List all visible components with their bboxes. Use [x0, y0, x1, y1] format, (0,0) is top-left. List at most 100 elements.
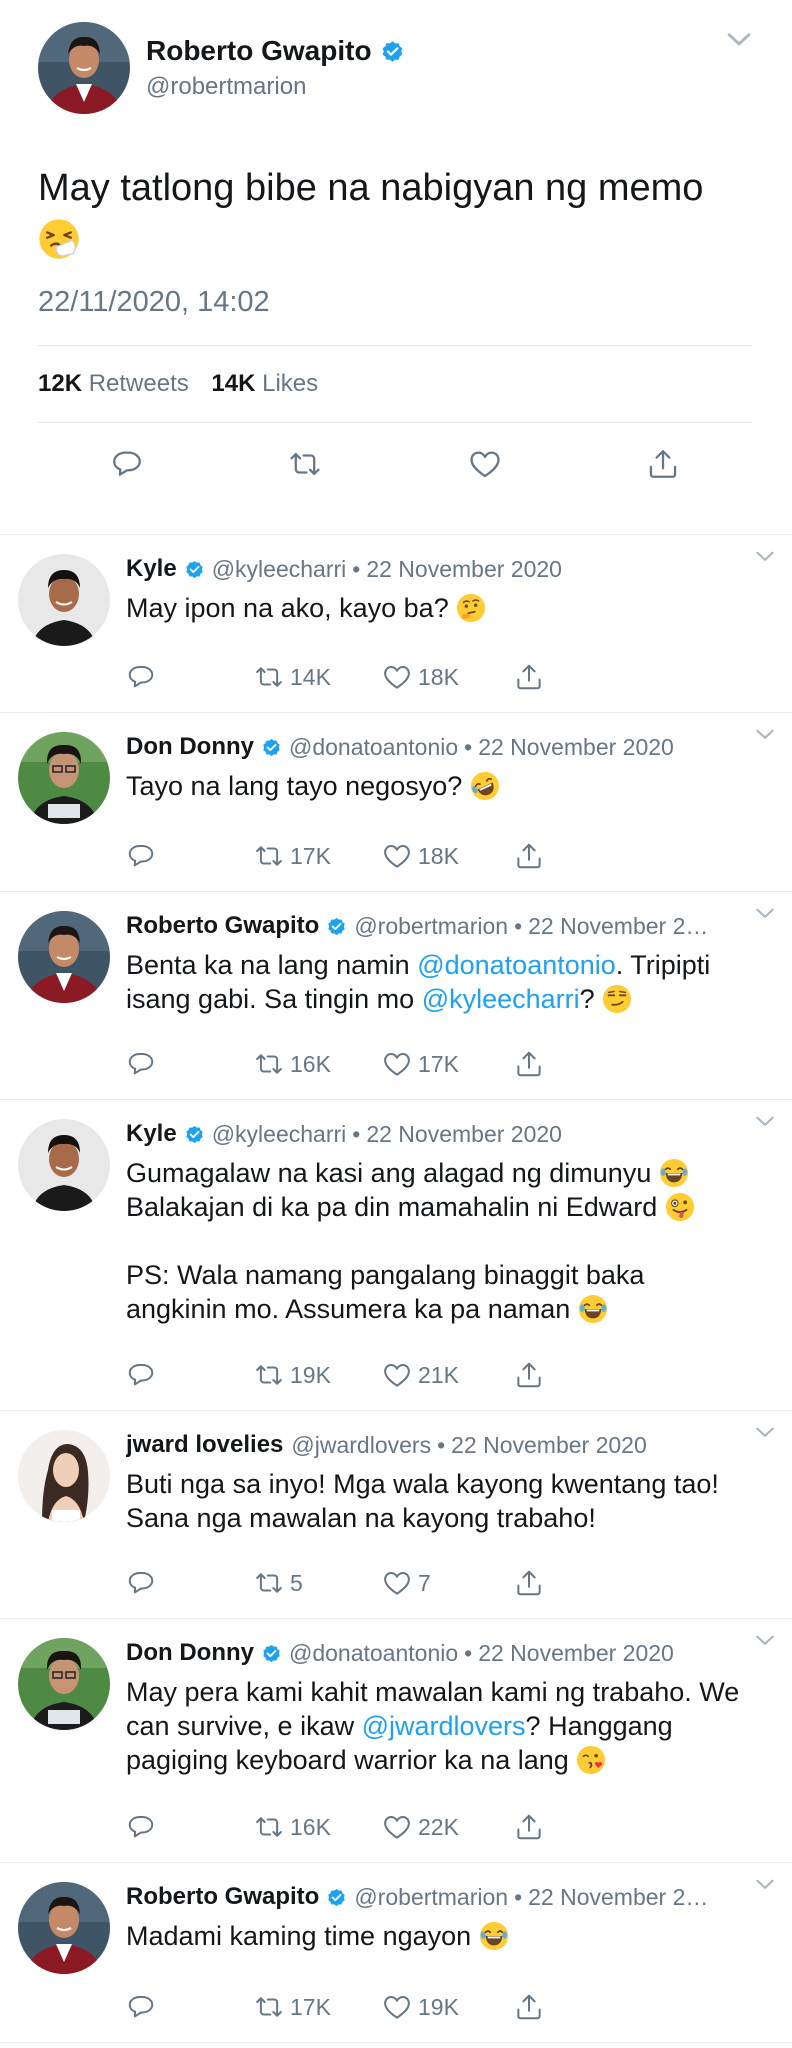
author-name[interactable]: jward lovelies — [126, 1431, 283, 1459]
author-name[interactable]: Kyle — [126, 1120, 177, 1148]
reply-button[interactable] — [126, 1360, 162, 1390]
reply-button[interactable] — [126, 1992, 162, 2022]
share-button[interactable] — [514, 1812, 550, 1842]
reply-button[interactable] — [126, 841, 162, 871]
chevron-down-icon[interactable] — [752, 721, 778, 747]
author-name[interactable]: Don Donny — [126, 733, 254, 761]
reply-date[interactable]: 22 November 2020 — [451, 1432, 647, 1459]
reply-button[interactable] — [126, 1049, 162, 1079]
author-name[interactable]: Roberto Gwapito — [126, 1883, 319, 1911]
reply-icon[interactable] — [110, 447, 144, 481]
reply-button[interactable] — [126, 662, 162, 692]
author-name[interactable]: Don Donny — [126, 1639, 254, 1667]
tweet-text: May tatlong bibe na nabigyan ng memo — [38, 164, 752, 260]
author-handle[interactable]: @robertmarion — [354, 913, 508, 940]
like-button[interactable]: 7 — [382, 1568, 431, 1598]
like-button[interactable]: 17K — [382, 1049, 459, 1079]
chevron-down-icon[interactable] — [752, 1108, 778, 1134]
chevron-down-icon[interactable] — [752, 543, 778, 569]
avatar[interactable] — [18, 1119, 110, 1211]
retweet-icon — [254, 841, 284, 871]
share-button[interactable] — [514, 1568, 550, 1598]
like-button[interactable]: 18K — [382, 662, 459, 692]
author-avatar[interactable] — [38, 22, 130, 114]
reply-date[interactable]: 22 November 2… — [528, 913, 708, 940]
author-name[interactable]: Roberto Gwapito — [126, 912, 319, 940]
reply-icon — [126, 1568, 156, 1598]
mention-link[interactable]: @jwardlovers — [362, 1711, 526, 1741]
retweet-button[interactable]: 14K — [254, 662, 331, 692]
retweet-button[interactable]: 5 — [254, 1568, 303, 1598]
share-button[interactable] — [514, 1360, 550, 1390]
author-name[interactable]: Kyle — [126, 555, 177, 583]
reply-date[interactable]: 22 November 2020 — [478, 734, 674, 761]
author-handle[interactable]: @jwardlovers — [291, 1432, 431, 1459]
reply-button[interactable] — [126, 1568, 162, 1598]
author-handle[interactable]: @kyleecharri — [212, 556, 347, 583]
like-button[interactable]: 18K — [382, 841, 459, 871]
like-button[interactable]: 22K — [382, 1812, 459, 1842]
reply-tweet[interactable]: Roberto Gwapito @robertmarion • 22 Novem… — [0, 1863, 792, 2043]
chevron-down-icon[interactable] — [752, 1419, 778, 1445]
like-button[interactable]: 21K — [382, 1360, 459, 1390]
retweet-button[interactable]: 17K — [254, 841, 331, 871]
reply-date[interactable]: 22 November 2020 — [366, 556, 562, 583]
verified-badge-icon — [261, 1643, 282, 1664]
retweets-label[interactable]: Retweets — [89, 370, 189, 397]
mention-link[interactable]: @donatoantonio — [417, 950, 616, 980]
retweet-button[interactable]: 17K — [254, 1992, 331, 2022]
reply-tweet[interactable]: Kyle @kyleecharri • 22 November 2020 May… — [0, 535, 792, 713]
likes-count[interactable]: 14K — [211, 370, 255, 397]
avatar[interactable] — [18, 911, 110, 1003]
retweet-button[interactable]: 16K — [254, 1812, 331, 1842]
reply-tweet[interactable]: Don Donny @donatoantonio • 22 November 2… — [0, 1619, 792, 1863]
heart-icon — [382, 1812, 412, 1842]
chevron-down-icon[interactable] — [722, 22, 756, 56]
retweet-button[interactable]: 19K — [254, 1360, 331, 1390]
retweets-count[interactable]: 12K — [38, 370, 82, 397]
avatar[interactable] — [18, 1638, 110, 1730]
share-button[interactable] — [514, 1049, 550, 1079]
share-icon[interactable] — [646, 447, 680, 481]
reply-date[interactable]: 22 November 2020 — [478, 1640, 674, 1667]
avatar[interactable] — [18, 732, 110, 824]
reply-icon — [126, 1360, 156, 1390]
reply-icon — [126, 1992, 156, 2022]
avatar[interactable] — [18, 554, 110, 646]
chevron-down-icon[interactable] — [752, 1627, 778, 1653]
author-handle[interactable]: @donatoantonio — [289, 1640, 458, 1667]
retweet-icon[interactable] — [288, 447, 322, 481]
share-button[interactable] — [514, 841, 550, 871]
like-button[interactable]: 19K — [382, 1992, 459, 2022]
reply-tweet[interactable]: Don Donny @donatoantonio • 22 November 2… — [0, 713, 792, 892]
reply-icon — [126, 1812, 156, 1842]
like-count: 22K — [418, 1813, 459, 1840]
chevron-down-icon[interactable] — [752, 1871, 778, 1897]
author-handle[interactable]: @kyleecharri — [212, 1121, 347, 1148]
mention-link[interactable]: @kyleecharri — [422, 984, 580, 1014]
author-handle[interactable]: @robertmarion — [354, 1884, 508, 1911]
heart-icon[interactable] — [468, 447, 502, 481]
verified-badge-icon — [184, 1124, 205, 1145]
likes-label[interactable]: Likes — [262, 370, 318, 397]
retweet-button[interactable]: 16K — [254, 1049, 331, 1079]
avatar[interactable] — [18, 1882, 110, 1974]
share-button[interactable] — [514, 662, 550, 692]
chevron-down-icon[interactable] — [752, 900, 778, 926]
face-blowing-a-kiss-icon — [576, 1745, 606, 1775]
heart-icon — [382, 1992, 412, 2022]
reply-tweet[interactable]: Kyle @kyleecharri • 22 November 2020 Gum… — [0, 1100, 792, 1411]
author-handle[interactable]: @donatoantonio — [289, 734, 458, 761]
reply-actions: 17K 19K — [126, 1992, 546, 2022]
reply-date[interactable]: 22 November 2020 — [366, 1121, 562, 1148]
share-button[interactable] — [514, 1992, 550, 2022]
reply-header: Roberto Gwapito @robertmarion • 22 Novem… — [126, 1883, 752, 1911]
reply-tweet[interactable]: jward lovelies @jwardlovers • 22 Novembe… — [0, 1411, 792, 1619]
reply-date[interactable]: 22 November 2… — [528, 1884, 708, 1911]
reply-tweet[interactable]: Roberto Gwapito @robertmarion • 22 Novem… — [0, 892, 792, 1100]
author-name[interactable]: Roberto Gwapito — [146, 35, 372, 67]
author-handle[interactable]: @robertmarion — [146, 73, 405, 101]
reply-header: Kyle @kyleecharri • 22 November 2020 — [126, 1120, 752, 1148]
reply-button[interactable] — [126, 1812, 162, 1842]
avatar[interactable] — [18, 1430, 110, 1522]
